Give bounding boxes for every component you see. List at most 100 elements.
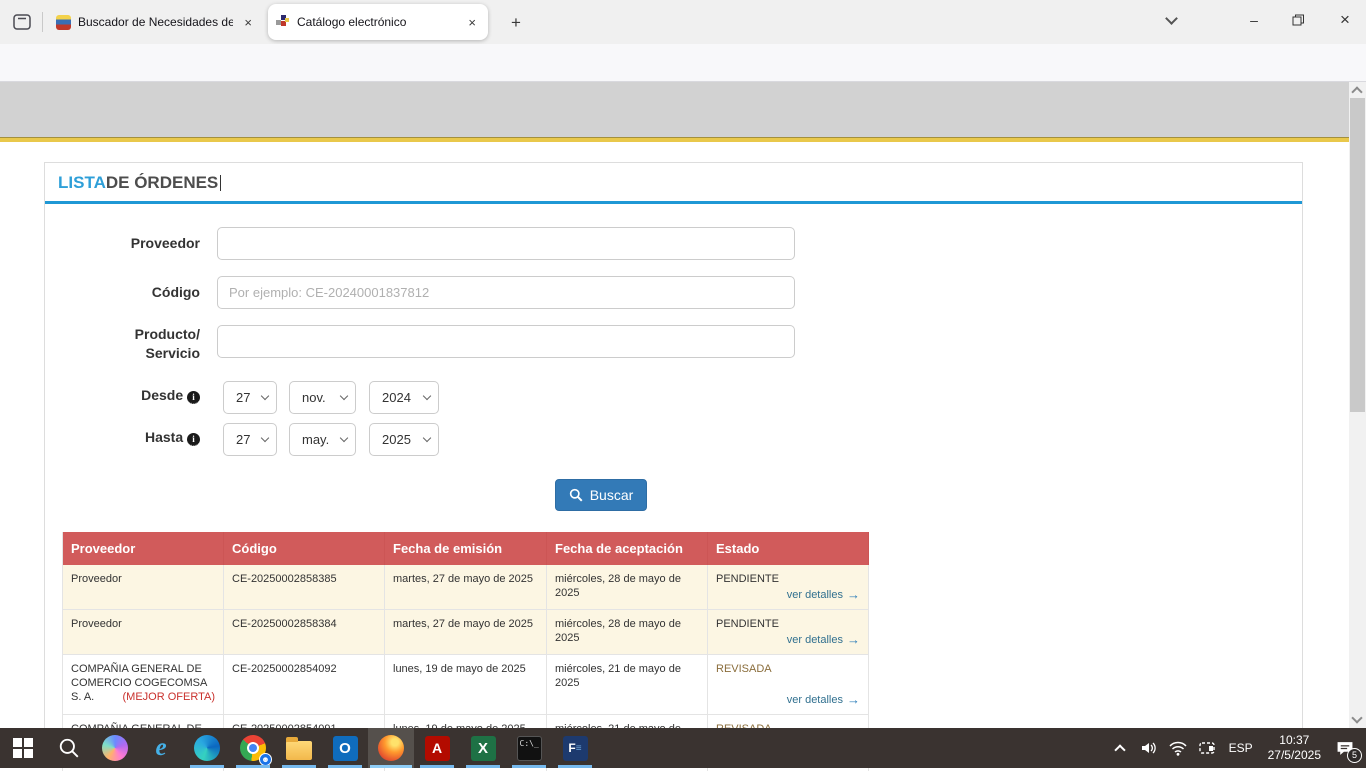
restore-button[interactable] [1281, 0, 1315, 40]
tab-close-icon[interactable]: × [240, 14, 256, 31]
cmd-icon[interactable]: C:\_ [506, 728, 552, 768]
tray-date: 27/5/2025 [1268, 748, 1321, 763]
table-row: Proveedor CE-20250002858384 martes, 27 d… [62, 610, 869, 655]
browser-urlbar: ← → https://catalogoelectronico.comprasp… [0, 44, 1366, 82]
cell-proveedor: Proveedor [62, 565, 224, 609]
cell-proveedor: COMPAÑIA GENERAL DE COMERCIO COGECOMSA S… [62, 655, 224, 714]
scrollbar-thumb[interactable] [1350, 98, 1365, 412]
finance-app-icon[interactable]: F≡ [552, 728, 598, 768]
excel-icon[interactable]: X [460, 728, 506, 768]
internet-explorer-icon[interactable]: e [138, 728, 184, 768]
text-cursor [220, 175, 221, 191]
firefox-icon[interactable] [368, 728, 414, 768]
col-fecha-aceptacion: Fecha de aceptación [547, 532, 708, 565]
outlook-icon[interactable]: O [322, 728, 368, 768]
tab-label: Buscador de Necesidades de Co [78, 15, 233, 29]
notifications-icon[interactable]: 5 [1332, 740, 1358, 757]
chrome-icon[interactable]: ☻ [230, 728, 276, 768]
cell-aceptacion: miércoles, 28 de mayo de 2025 [547, 610, 708, 654]
status-badge: PENDIENTE [716, 617, 860, 631]
producto-input[interactable] [217, 325, 795, 358]
desde-month-select[interactable]: nov. [289, 381, 356, 414]
cell-codigo: CE-20250002854092 [224, 655, 385, 714]
proveedor-input[interactable] [217, 227, 795, 260]
tray-chevron-up-icon[interactable] [1109, 742, 1131, 754]
codigo-label: Código [57, 283, 200, 302]
desde-year-select[interactable]: 2024 [369, 381, 439, 414]
new-tab-button[interactable]: + [503, 10, 529, 36]
hasta-label: Hasta i [57, 428, 200, 447]
divider [42, 12, 43, 32]
volume-icon[interactable] [1138, 740, 1160, 756]
tab-close-icon[interactable]: × [464, 14, 480, 31]
virtual-desktop-icon[interactable] [1196, 741, 1218, 756]
system-tray: ESP 10:37 27/5/2025 5 [1109, 728, 1358, 768]
hasta-year-select[interactable]: 2025 [369, 423, 439, 456]
tab-catalogo-electronico[interactable]: Catálogo electrónico × [268, 4, 488, 40]
mejor-oferta-badge: (MEJOR OFERTA) [123, 690, 215, 704]
table-row: Proveedor CE-20250002858385 martes, 27 d… [62, 565, 869, 610]
status-badge: PENDIENTE [716, 572, 860, 586]
info-icon[interactable]: i [187, 391, 200, 404]
tab-buscador-necesidades[interactable]: Buscador de Necesidades de Co × [48, 5, 264, 39]
tray-time: 10:37 [1268, 733, 1321, 748]
cell-estado: REVISADA ver detalles→ [708, 655, 869, 714]
tab-label: Catálogo electrónico [297, 15, 457, 29]
tab-list-chevron-icon[interactable] [1154, 0, 1188, 40]
edge-icon[interactable] [184, 728, 230, 768]
buscar-button[interactable]: Buscar [555, 479, 647, 511]
cell-estado: PENDIENTE ver detalles→ [708, 610, 869, 654]
info-icon[interactable]: i [187, 433, 200, 446]
cell-estado: PENDIENTE ver detalles→ [708, 565, 869, 609]
language-indicator[interactable]: ESP [1225, 741, 1257, 755]
cell-emision: lunes, 19 de mayo de 2025 [385, 655, 547, 714]
sercop-favicon [276, 15, 290, 29]
cell-emision: martes, 27 de mayo de 2025 [385, 565, 547, 609]
browser-titlebar: Buscador de Necesidades de Co × Catálogo… [0, 0, 1366, 44]
status-badge: REVISADA [716, 662, 860, 676]
ver-detalles-link[interactable]: ver detalles→ [787, 588, 860, 602]
producto-label: Producto/ Servicio [80, 325, 200, 363]
arrow-icon: → [847, 590, 860, 600]
cell-aceptacion: miércoles, 28 de mayo de 2025 [547, 565, 708, 609]
copilot-icon[interactable] [92, 728, 138, 768]
wifi-icon[interactable] [1167, 741, 1189, 756]
orders-table: Proveedor Código Fecha de emisión Fecha … [62, 532, 869, 760]
proveedor-label: Proveedor [57, 234, 200, 253]
col-proveedor: Proveedor [62, 532, 224, 565]
table-header-row: Proveedor Código Fecha de emisión Fecha … [62, 532, 869, 565]
arrow-icon: → [847, 695, 860, 705]
codigo-input[interactable] [217, 276, 795, 309]
ecuador-favicon [56, 15, 71, 30]
search-icon [569, 488, 583, 502]
col-fecha-emision: Fecha de emisión [385, 532, 547, 565]
close-window-button[interactable]: × [1328, 0, 1362, 40]
col-codigo: Código [224, 532, 385, 565]
scroll-down-icon[interactable] [1351, 712, 1362, 723]
hasta-day-select[interactable]: 27 [223, 423, 277, 456]
notification-count-badge: 5 [1347, 748, 1362, 763]
cell-proveedor: Proveedor [62, 610, 224, 654]
file-explorer-icon[interactable] [276, 728, 322, 768]
clock[interactable]: 10:37 27/5/2025 [1264, 733, 1325, 763]
taskbar-search-icon[interactable] [46, 728, 92, 768]
cell-emision: martes, 27 de mayo de 2025 [385, 610, 547, 654]
cell-codigo: CE-20250002858385 [224, 565, 385, 609]
arrow-icon: → [847, 635, 860, 645]
desde-label: Desde i [57, 386, 200, 405]
minimize-button[interactable]: – [1237, 0, 1271, 40]
ver-detalles-link[interactable]: ver detalles→ [787, 693, 860, 707]
orders-panel: LISTA DE ÓRDENES Proveedor Código Produc… [44, 162, 1303, 728]
page-title: LISTA DE ÓRDENES [45, 163, 1302, 204]
ver-detalles-link[interactable]: ver detalles→ [787, 633, 860, 647]
scroll-up-icon[interactable] [1351, 86, 1362, 97]
firefox-view-icon[interactable] [8, 9, 36, 35]
start-button[interactable] [0, 728, 46, 768]
col-estado: Estado [708, 532, 869, 565]
page-content: LISTA DE ÓRDENES Proveedor Código Produc… [0, 142, 1349, 728]
hasta-month-select[interactable]: may. [289, 423, 356, 456]
desde-day-select[interactable]: 27 [223, 381, 277, 414]
acrobat-icon[interactable]: A [414, 728, 460, 768]
table-row: COMPAÑIA GENERAL DE COMERCIO COGECOMSA S… [62, 655, 869, 715]
cell-codigo: CE-20250002858384 [224, 610, 385, 654]
